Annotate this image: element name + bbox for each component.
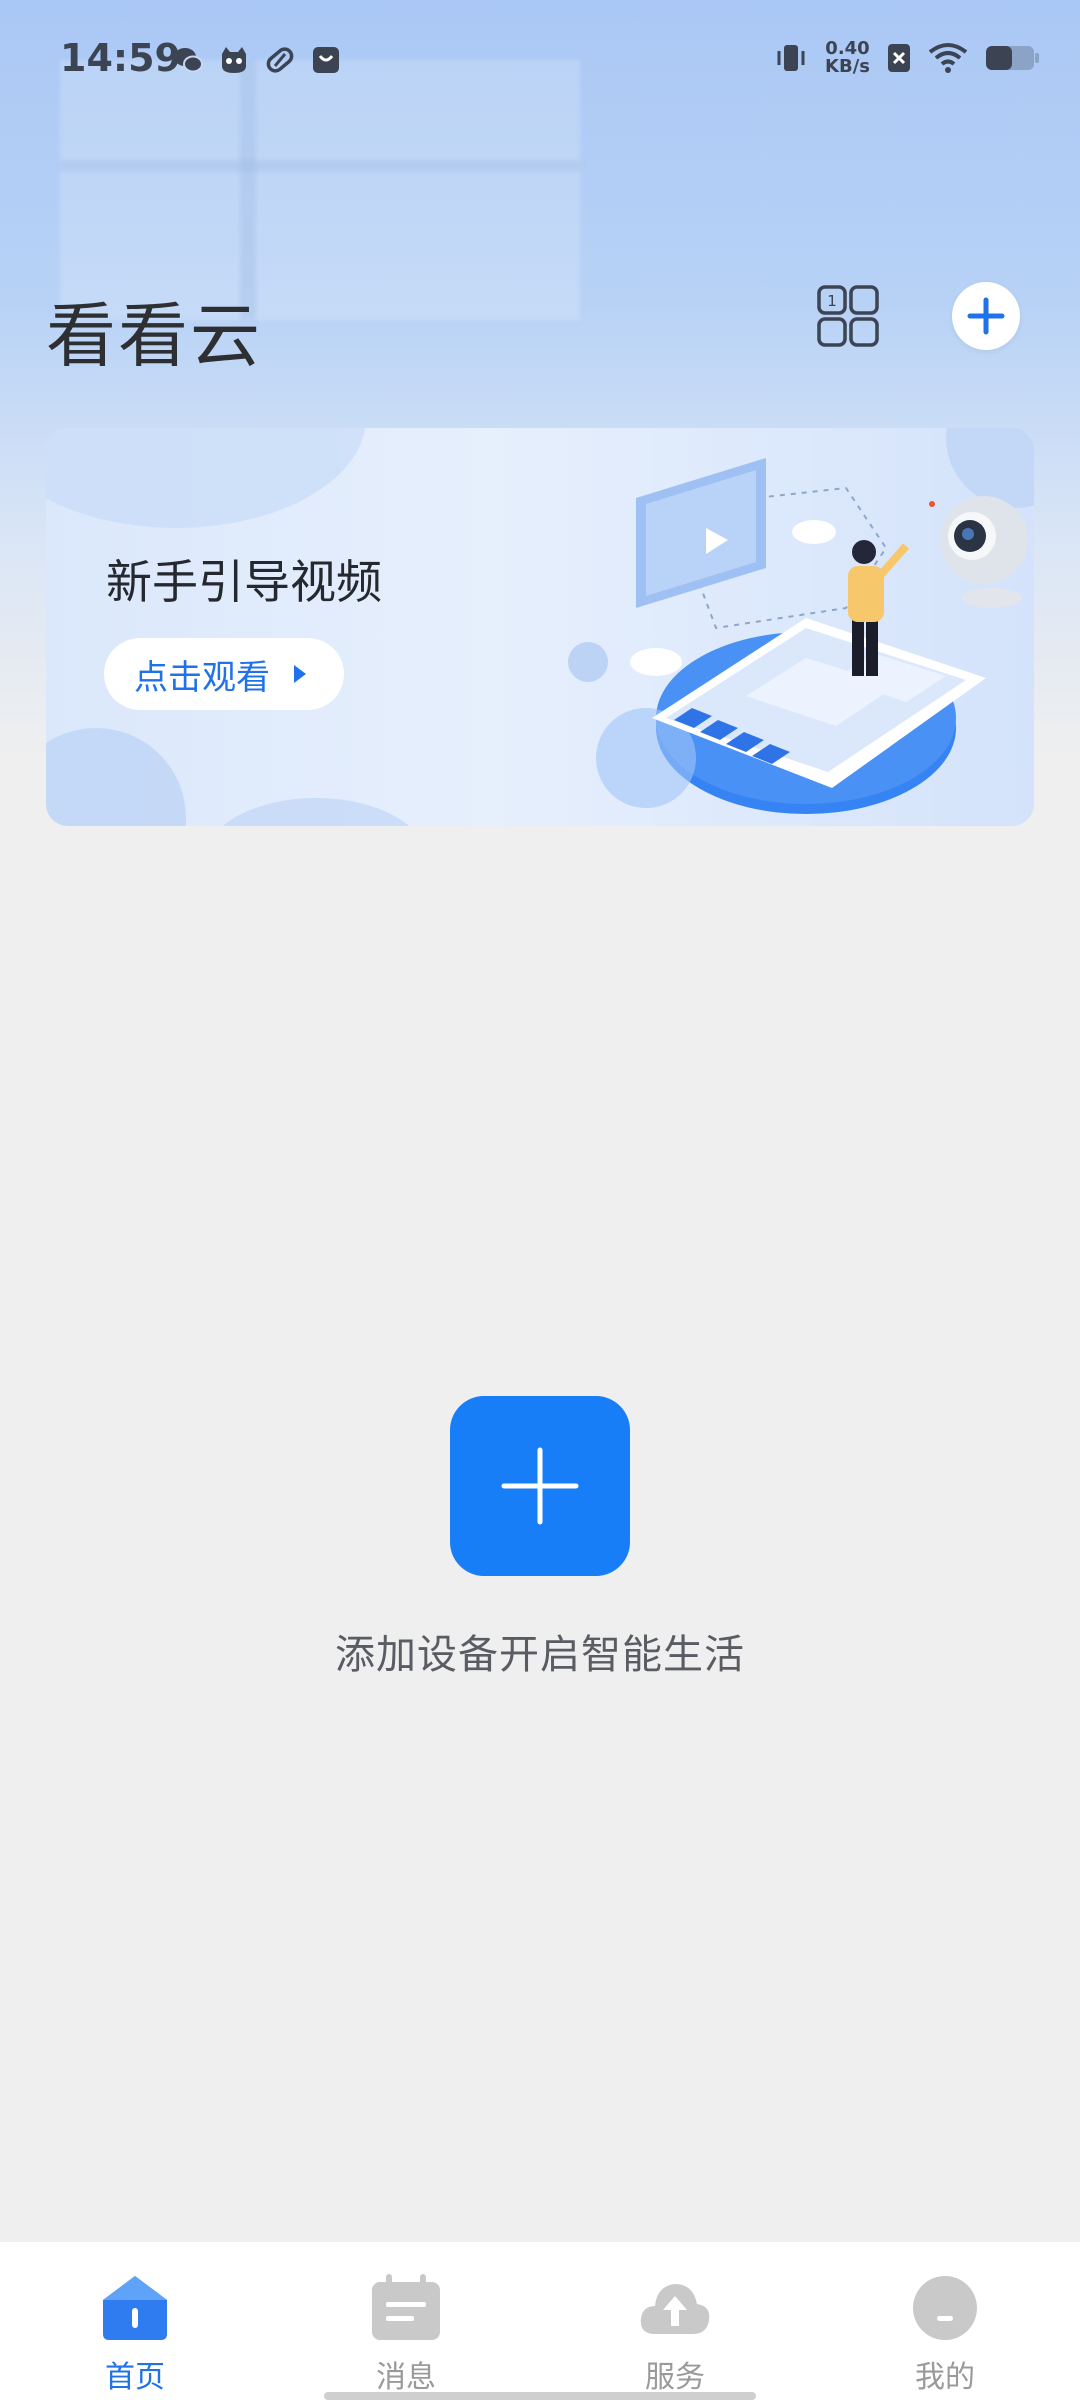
nav-item-messages[interactable]: 消息 <box>336 2272 476 2396</box>
banner-title: 新手引导视频 <box>106 555 382 609</box>
nav-item-profile[interactable]: 我的 <box>875 2272 1015 2396</box>
home-icon <box>103 2276 167 2340</box>
vibrate-icon <box>777 45 805 71</box>
plus-icon <box>967 297 1005 335</box>
watch-button-label: 点击观看 <box>134 657 270 698</box>
home-indicator[interactable] <box>324 2392 756 2400</box>
nav-label: 首页 <box>105 2360 165 2395</box>
cat-app-icon <box>218 44 250 76</box>
wifi-icon <box>928 43 968 73</box>
play-arrow-icon <box>294 665 306 683</box>
nav-label: 服务 <box>645 2360 705 2395</box>
bottom-navigation: 首页 消息 服务 我的 <box>0 2242 1080 2408</box>
plus-icon <box>501 1447 579 1525</box>
shopping-bag-icon <box>310 44 342 76</box>
notification-icons <box>172 44 342 76</box>
nav-item-services[interactable]: 服务 <box>605 2272 745 2396</box>
app-title: 看看云 <box>46 295 262 377</box>
add-device-button[interactable] <box>450 1396 630 1576</box>
empty-state-text: 添加设备开启智能生活 <box>335 1632 745 1678</box>
nav-item-home[interactable]: 首页 <box>65 2272 205 2396</box>
nav-label: 消息 <box>376 2360 436 2395</box>
banner-blob <box>206 798 426 826</box>
speed-unit: KB/s <box>825 56 870 77</box>
phone-camera-illustration <box>568 458 1028 814</box>
sim-off-icon <box>888 44 910 72</box>
banner-blob <box>46 428 366 528</box>
watch-button[interactable]: 点击观看 <box>104 638 344 710</box>
cloud-upload-icon <box>640 2284 710 2334</box>
profile-icon <box>913 2276 977 2340</box>
calendar-message-icon <box>372 2274 440 2340</box>
capsule-icon <box>264 44 296 76</box>
svg-text:1: 1 <box>827 292 837 310</box>
device-grid-button[interactable]: 1 <box>816 284 880 348</box>
status-bar: 14:59 0.40 KB/s <box>0 0 1080 128</box>
battery-icon <box>986 46 1039 70</box>
grid-layout-icon: 1 <box>817 285 879 347</box>
wechat-icon <box>172 44 204 76</box>
banner-blob <box>46 728 186 826</box>
system-icons: 0.40 KB/s <box>773 40 1040 76</box>
status-time: 14:59 <box>60 36 181 80</box>
add-device-top-button[interactable] <box>952 282 1020 350</box>
network-speed: 0.40 KB/s <box>825 40 870 76</box>
nav-label: 我的 <box>915 2360 975 2395</box>
guide-video-banner[interactable]: 新手引导视频 点击观看 <box>46 428 1034 826</box>
